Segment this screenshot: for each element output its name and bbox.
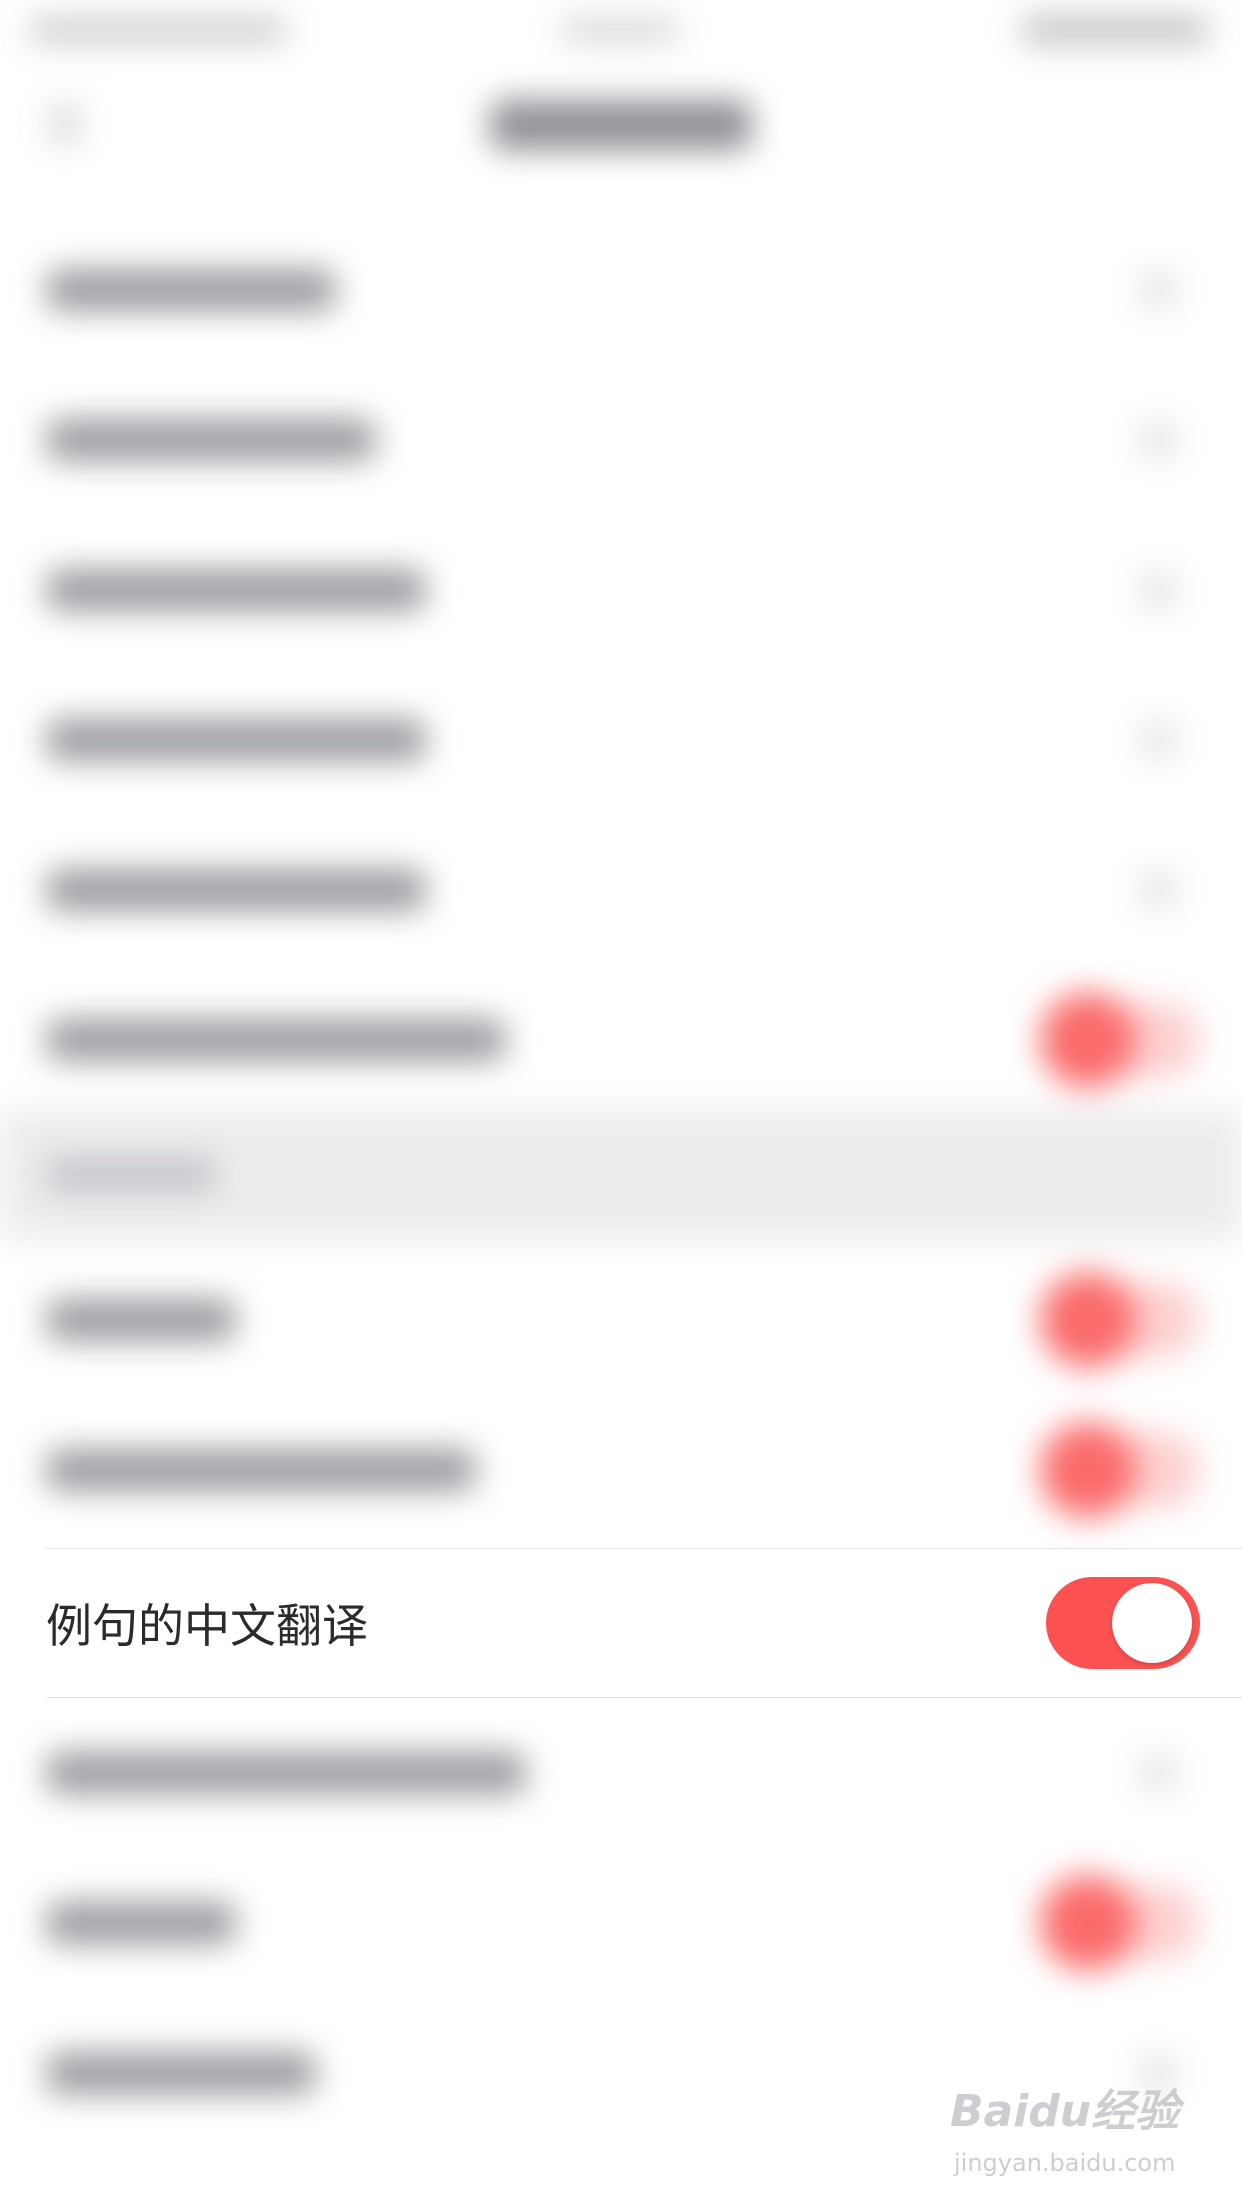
setting-row-label — [46, 1299, 236, 1341]
back-arrow-icon[interactable] — [50, 104, 80, 144]
setting-row-label — [46, 1752, 526, 1794]
section-header-label — [46, 1158, 216, 1192]
setting-row-label — [46, 419, 376, 461]
setting-row[interactable] — [0, 1245, 1242, 1395]
example-translation-toggle[interactable] — [1046, 1577, 1200, 1669]
setting-row-label — [46, 269, 336, 311]
section-header — [0, 1110, 1242, 1240]
status-time — [560, 18, 680, 42]
chevron-right-icon — [1140, 1755, 1176, 1791]
toggle-knob — [1112, 1583, 1192, 1663]
setting-row-label — [46, 1019, 506, 1061]
baidu-jingyan-watermark: Baidu经验 jingyan.baidu.com — [950, 2075, 1230, 2185]
setting-row-label — [46, 869, 426, 911]
setting-row-label — [46, 719, 426, 761]
divider — [46, 1697, 1242, 1698]
toggle-switch[interactable] — [1040, 1272, 1200, 1368]
setting-row-label — [46, 1902, 236, 1944]
watermark-brand: Baidu经验 — [950, 2086, 1180, 2137]
setting-row-label — [46, 1449, 476, 1491]
chevron-right-icon — [1140, 872, 1176, 908]
toggle-switch[interactable] — [1040, 1422, 1200, 1518]
setting-row-label — [46, 569, 426, 611]
chevron-right-icon — [1140, 422, 1176, 458]
toggle-switch[interactable] — [1040, 1875, 1200, 1971]
toggle-switch[interactable] — [1040, 992, 1200, 1088]
page-title — [490, 100, 752, 150]
setting-row[interactable] — [0, 1698, 1242, 1848]
watermark-url: jingyan.baidu.com — [954, 2149, 1176, 2177]
chevron-right-icon — [1140, 572, 1176, 608]
navigation-bar — [0, 60, 1242, 190]
setting-row[interactable] — [0, 965, 1242, 1115]
blurred-settings-background — [0, 0, 1242, 2208]
battery-icon — [1020, 14, 1210, 46]
setting-row[interactable] — [0, 215, 1242, 365]
setting-row[interactable] — [0, 365, 1242, 515]
setting-row[interactable] — [0, 1395, 1242, 1545]
setting-row[interactable] — [0, 515, 1242, 665]
setting-row[interactable] — [0, 665, 1242, 815]
status-bar — [0, 0, 1242, 60]
chevron-right-icon — [1140, 272, 1176, 308]
setting-row[interactable] — [0, 815, 1242, 965]
setting-row[interactable] — [0, 1998, 1242, 2148]
setting-row-label — [46, 2052, 316, 2094]
divider — [46, 1548, 1242, 1549]
setting-label: 例句的中文翻译 — [46, 1599, 368, 1653]
chevron-right-icon — [1140, 2055, 1176, 2091]
setting-row[interactable] — [0, 1848, 1242, 1998]
setting-row-example-translation[interactable]: 例句的中文翻译 — [0, 1548, 1242, 1698]
chevron-right-icon — [1140, 722, 1176, 758]
status-carrier — [28, 16, 288, 44]
